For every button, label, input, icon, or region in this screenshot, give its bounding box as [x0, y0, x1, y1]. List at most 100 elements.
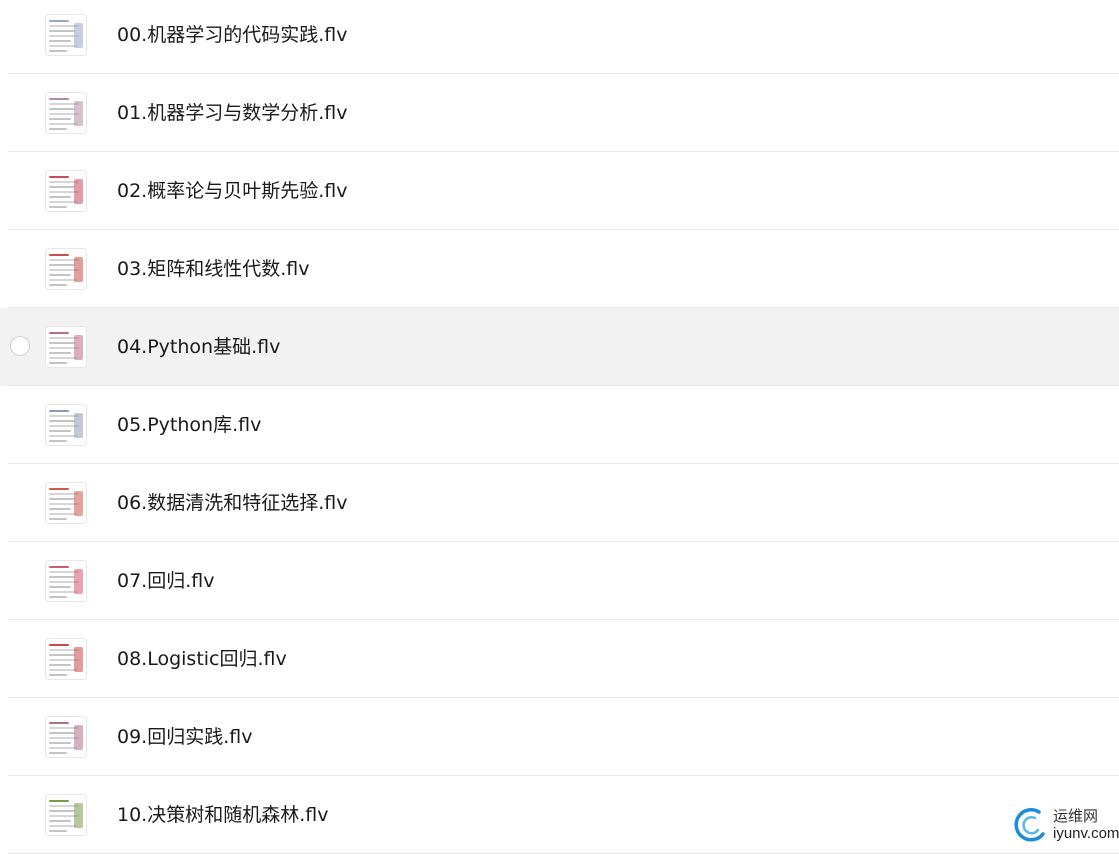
thumbnail-line	[49, 498, 75, 500]
video-thumbnail-icon[interactable]	[45, 326, 87, 368]
thumbnail-figure	[74, 335, 83, 360]
thumbnail-line	[49, 800, 69, 802]
video-thumbnail-icon[interactable]	[45, 716, 87, 758]
video-thumbnail-icon[interactable]	[45, 92, 87, 134]
watermark-title: 运维网	[1053, 807, 1099, 825]
thumbnail-line	[49, 488, 69, 490]
thumbnail-line	[49, 508, 71, 510]
video-thumbnail-icon[interactable]	[45, 248, 87, 290]
thumbnail-line	[49, 440, 67, 442]
thumbnail-line	[49, 98, 69, 100]
thumbnail-figure	[74, 101, 83, 126]
video-thumbnail-icon[interactable]	[45, 14, 87, 56]
thumbnail-line	[49, 518, 67, 520]
thumbnail-line	[49, 664, 71, 666]
file-row[interactable]: 05.Python库.flv	[0, 386, 1119, 464]
file-row[interactable]: 07.回归.flv	[0, 542, 1119, 620]
video-thumbnail-icon[interactable]	[45, 482, 87, 524]
thumbnail-line	[49, 669, 77, 671]
thumbnail-figure	[74, 257, 83, 282]
thumbnail-line	[49, 108, 75, 110]
video-thumbnail-icon[interactable]	[45, 794, 87, 836]
file-name[interactable]: 08.Logistic回归.flv	[117, 620, 287, 698]
thumbnail-line	[49, 206, 67, 208]
thumbnail-line	[49, 20, 69, 22]
thumbnail-line	[49, 513, 77, 515]
thumbnail-line	[49, 596, 67, 598]
file-name[interactable]: 07.回归.flv	[117, 542, 214, 620]
file-row[interactable]: 06.数据清洗和特征选择.flv	[0, 464, 1119, 542]
watermark-domain: iyunv.com	[1053, 825, 1119, 842]
thumbnail-line	[49, 586, 71, 588]
thumbnail-line	[49, 825, 77, 827]
thumbnail-line	[49, 810, 75, 812]
thumbnail-line	[49, 576, 75, 578]
thumbnail-line	[49, 410, 69, 412]
thumbnail-figure	[74, 725, 83, 750]
thumbnail-line	[49, 420, 75, 422]
thumbnail-line	[49, 644, 69, 646]
thumbnail-line	[49, 332, 69, 334]
file-name[interactable]: 01.机器学习与数学分析.flv	[117, 74, 347, 152]
video-thumbnail-icon[interactable]	[45, 638, 87, 680]
thumbnail-line	[49, 279, 77, 281]
thumbnail-figure	[74, 491, 83, 516]
thumbnail-line	[49, 747, 77, 749]
thumbnail-line	[49, 176, 69, 178]
thumbnail-line	[49, 742, 71, 744]
file-name[interactable]: 02.概率论与贝叶斯先验.flv	[117, 152, 347, 230]
thumbnail-line	[49, 430, 71, 432]
video-thumbnail-icon[interactable]	[45, 170, 87, 212]
thumbnail-line	[49, 591, 77, 593]
thumbnail-figure	[74, 647, 83, 672]
file-row[interactable]: 09.回归实践.flv	[0, 698, 1119, 776]
file-name[interactable]: 00.机器学习的代码实践.flv	[117, 0, 347, 74]
file-name[interactable]: 09.回归实践.flv	[117, 698, 252, 776]
thumbnail-figure	[74, 413, 83, 438]
thumbnail-line	[49, 123, 77, 125]
thumbnail-line	[49, 357, 77, 359]
thumbnail-figure	[74, 179, 83, 204]
thumbnail-line	[49, 264, 75, 266]
file-row[interactable]: 01.机器学习与数学分析.flv	[0, 74, 1119, 152]
thumbnail-line	[49, 50, 67, 52]
thumbnail-line	[49, 820, 71, 822]
video-thumbnail-icon[interactable]	[45, 560, 87, 602]
thumbnail-line	[49, 118, 71, 120]
thumbnail-line	[49, 30, 75, 32]
thumbnail-line	[49, 284, 67, 286]
thumbnail-line	[49, 732, 75, 734]
thumbnail-line	[49, 186, 75, 188]
file-row[interactable]: 02.概率论与贝叶斯先验.flv	[0, 152, 1119, 230]
thumbnail-line	[49, 40, 71, 42]
thumbnail-line	[49, 274, 71, 276]
file-row[interactable]: 08.Logistic回归.flv	[0, 620, 1119, 698]
file-row[interactable]: 10.决策树和随机森林.flv	[0, 776, 1119, 854]
watermark-logo-icon	[1014, 808, 1045, 842]
select-checkbox[interactable]	[10, 336, 30, 356]
thumbnail-line	[49, 722, 69, 724]
file-name[interactable]: 05.Python库.flv	[117, 386, 261, 464]
thumbnail-line	[49, 254, 69, 256]
thumbnail-line	[49, 201, 77, 203]
thumbnail-line	[49, 566, 69, 568]
file-row[interactable]: 00.机器学习的代码实践.flv	[0, 0, 1119, 74]
watermark: 运维网 iyunv.com	[1013, 804, 1119, 846]
thumbnail-line	[49, 654, 75, 656]
file-name[interactable]: 10.决策树和随机森林.flv	[117, 776, 328, 854]
file-name[interactable]: 04.Python基础.flv	[117, 308, 280, 386]
thumbnail-line	[49, 128, 67, 130]
thumbnail-figure	[74, 803, 83, 828]
file-name[interactable]: 06.数据清洗和特征选择.flv	[117, 464, 347, 542]
file-list: 00.机器学习的代码实践.flv 01.机器学习与数学分析.flv 02.概率论与贝…	[0, 0, 1119, 854]
thumbnail-line	[49, 342, 75, 344]
thumbnail-line	[49, 435, 77, 437]
thumbnail-line	[49, 752, 67, 754]
thumbnail-figure	[74, 569, 83, 594]
thumbnail-figure	[74, 23, 83, 48]
video-thumbnail-icon[interactable]	[45, 404, 87, 446]
file-row[interactable]: 04.Python基础.flv	[0, 308, 1119, 386]
file-row[interactable]: 03.矩阵和线性代数.flv	[0, 230, 1119, 308]
file-name[interactable]: 03.矩阵和线性代数.flv	[117, 230, 309, 308]
thumbnail-line	[49, 352, 71, 354]
